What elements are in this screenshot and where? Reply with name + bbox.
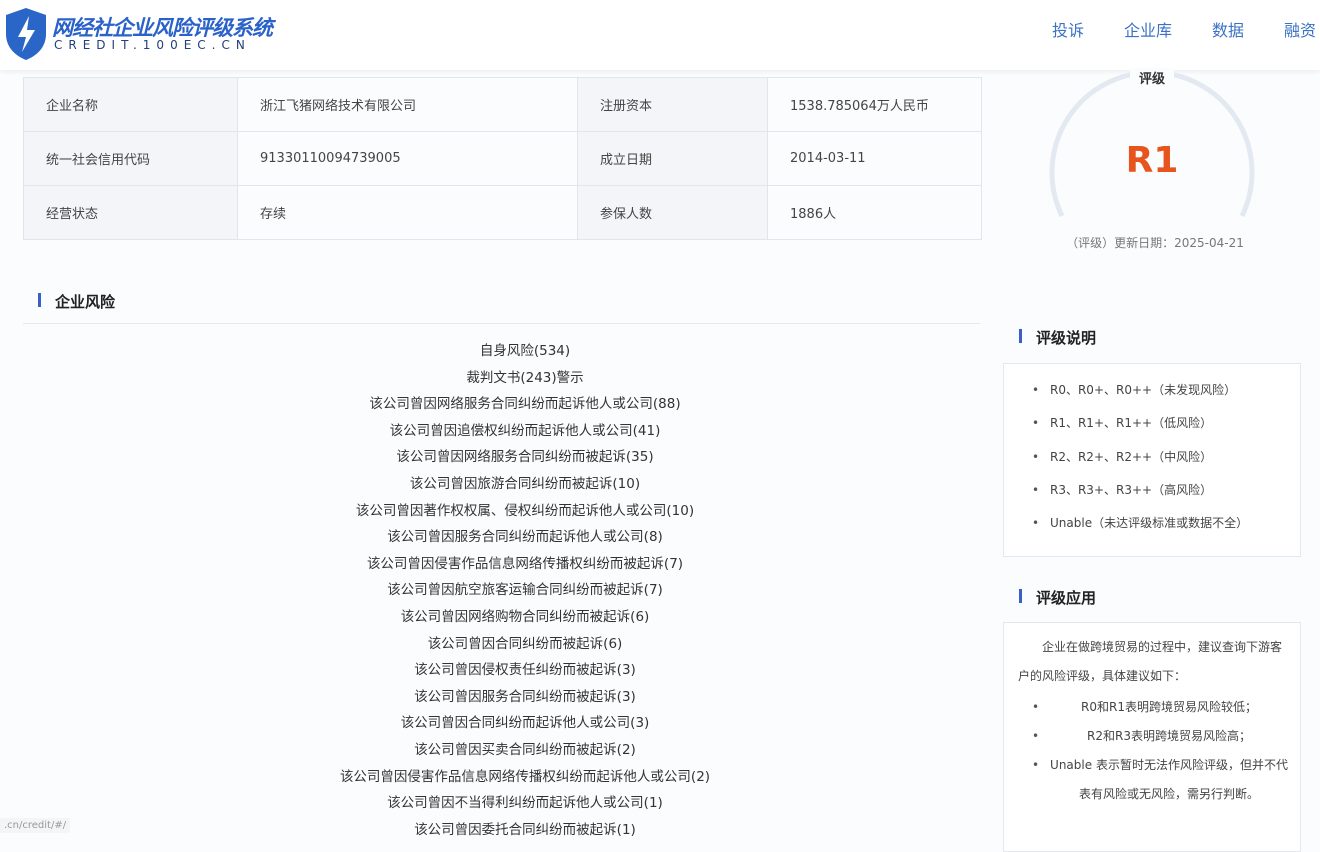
nav-company-db[interactable]: 企业库 [1124, 17, 1172, 41]
info-value: 2014-03-11 [767, 131, 982, 186]
info-label: 企业名称 [23, 77, 238, 132]
risk-item[interactable]: 该公司曾因侵害作品信息网络传播权纠纷而被起诉(7) [23, 553, 1027, 580]
section-title-risk: 企业风险 [37, 293, 116, 311]
info-value: 存续 [237, 185, 578, 240]
logo[interactable] [4, 6, 48, 62]
risk-item[interactable]: 该公司曾因网络服务合同纠纷而被起诉(35) [23, 446, 1027, 473]
risk-item[interactable]: 自身风险(534) [23, 340, 1027, 367]
divider [23, 323, 980, 324]
status-bar-url: .cn/credit/#/ [0, 818, 71, 833]
list-item: R0和R1表明跨境贸易风险较低； [1032, 693, 1300, 722]
info-label: 统一社会信用代码 [23, 131, 238, 186]
logo-subtitle: CREDIT.100EC.CN [54, 38, 251, 52]
info-value: 浙江飞猪网络技术有限公司 [237, 77, 578, 132]
nav-financing[interactable]: 融资 [1284, 17, 1316, 41]
section-title-application: 评级应用 [1018, 589, 1097, 607]
table-row: 经营状态 存续 参保人数 1886人 [23, 185, 982, 240]
nav-complaint[interactable]: 投诉 [1052, 17, 1084, 41]
risk-item[interactable]: 该公司曾因服务合同纠纷而被起诉(3) [23, 686, 1027, 713]
rating-update-date: （评级）更新日期：2025-04-21 [1066, 236, 1244, 250]
nav-data[interactable]: 数据 [1212, 17, 1244, 41]
risk-item[interactable]: 裁判文书(243)警示 [23, 367, 1027, 394]
info-value: 1538.785064万人民币 [767, 77, 982, 132]
rating-grade: R1 [1125, 140, 1179, 181]
info-value: 91330110094739005 [237, 131, 578, 186]
rating-application-box: 企业在做跨境贸易的过程中，建议查询下游客户的风险评级，具体建议如下： R0和R1… [1003, 622, 1301, 852]
shield-logo-icon [6, 8, 46, 60]
section-title-explain: 评级说明 [1018, 329, 1097, 347]
table-row: 统一社会信用代码 91330110094739005 成立日期 2014-03-… [23, 131, 982, 186]
risk-item[interactable]: 该公司曾因服务合同纠纷而起诉他人或公司(8) [23, 526, 1027, 553]
risk-item[interactable]: 该公司曾因合同纠纷而被起诉(6) [23, 633, 1027, 660]
list-item: R2和R3表明跨境贸易风险高； [1032, 722, 1300, 751]
list-item: Unable（未达评级标准或数据不全） [1032, 507, 1300, 540]
risk-item[interactable]: 该公司曾因不当得利纠纷而起诉他人或公司(1) [23, 792, 1027, 819]
list-item: Unable 表示暂时无法作风险评级，但并不代表有风险或无风险，需另行判断。 [1032, 751, 1300, 809]
risk-item[interactable]: 该公司曾因买卖合同纠纷而被起诉(2) [23, 739, 1027, 766]
risk-item[interactable]: 该公司曾因航空旅客运输合同纠纷而被起诉(7) [23, 579, 1027, 606]
company-info-table: 企业名称 浙江飞猪网络技术有限公司 注册资本 1538.785064万人民币 统… [23, 77, 982, 240]
table-row: 企业名称 浙江飞猪网络技术有限公司 注册资本 1538.785064万人民币 [23, 77, 982, 132]
info-label: 经营状态 [23, 185, 238, 240]
risk-item[interactable]: 该公司曾因侵权责任纠纷而被起诉(3) [23, 659, 1027, 686]
risk-list: 自身风险(534) 裁判文书(243)警示 该公司曾因网络服务合同纠纷而起诉他人或公… [23, 340, 1027, 845]
list-item: R0、R0+、R0++（未发现风险） [1032, 374, 1300, 407]
info-label: 注册资本 [577, 77, 768, 132]
risk-item[interactable]: 该公司曾因网络服务合同纠纷而起诉他人或公司(88) [23, 393, 1027, 420]
risk-item[interactable]: 该公司曾因网络购物合同纠纷而被起诉(6) [23, 606, 1027, 633]
list-item: R2、R2+、R2++（中风险） [1032, 441, 1300, 474]
risk-item[interactable]: 该公司曾因侵害作品信息网络传播权纠纷而起诉他人或公司(2) [23, 766, 1027, 793]
application-intro: 企业在做跨境贸易的过程中，建议查询下游客户的风险评级，具体建议如下： [1018, 640, 1283, 683]
rating-label: 评级 [1130, 68, 1174, 87]
list-item: R1、R1+、R1++（低风险） [1032, 407, 1300, 440]
info-label: 参保人数 [577, 185, 768, 240]
top-nav: 投诉 企业库 数据 融资 [1052, 17, 1320, 41]
header: 网经社企业风险评级系统 CREDIT.100EC.CN 投诉 企业库 数据 融资 [0, 0, 1320, 70]
info-label: 成立日期 [577, 131, 768, 186]
list-item: R3、R3+、R3++（高风险） [1032, 474, 1300, 507]
risk-item[interactable]: 该公司曾因委托合同纠纷而被起诉(1) [23, 819, 1027, 846]
risk-item[interactable]: 该公司曾因著作权权属、侵权纠纷而起诉他人或公司(10) [23, 500, 1027, 527]
rating-explain-box: R0、R0+、R0++（未发现风险） R1、R1+、R1++（低风险） R2、R… [1003, 363, 1301, 557]
risk-item[interactable]: 该公司曾因旅游合同纠纷而被起诉(10) [23, 473, 1027, 500]
info-value: 1886人 [767, 185, 982, 240]
risk-item[interactable]: 该公司曾因追偿权纠纷而起诉他人或公司(41) [23, 420, 1027, 447]
risk-item[interactable]: 该公司曾因合同纠纷而起诉他人或公司(3) [23, 712, 1027, 739]
